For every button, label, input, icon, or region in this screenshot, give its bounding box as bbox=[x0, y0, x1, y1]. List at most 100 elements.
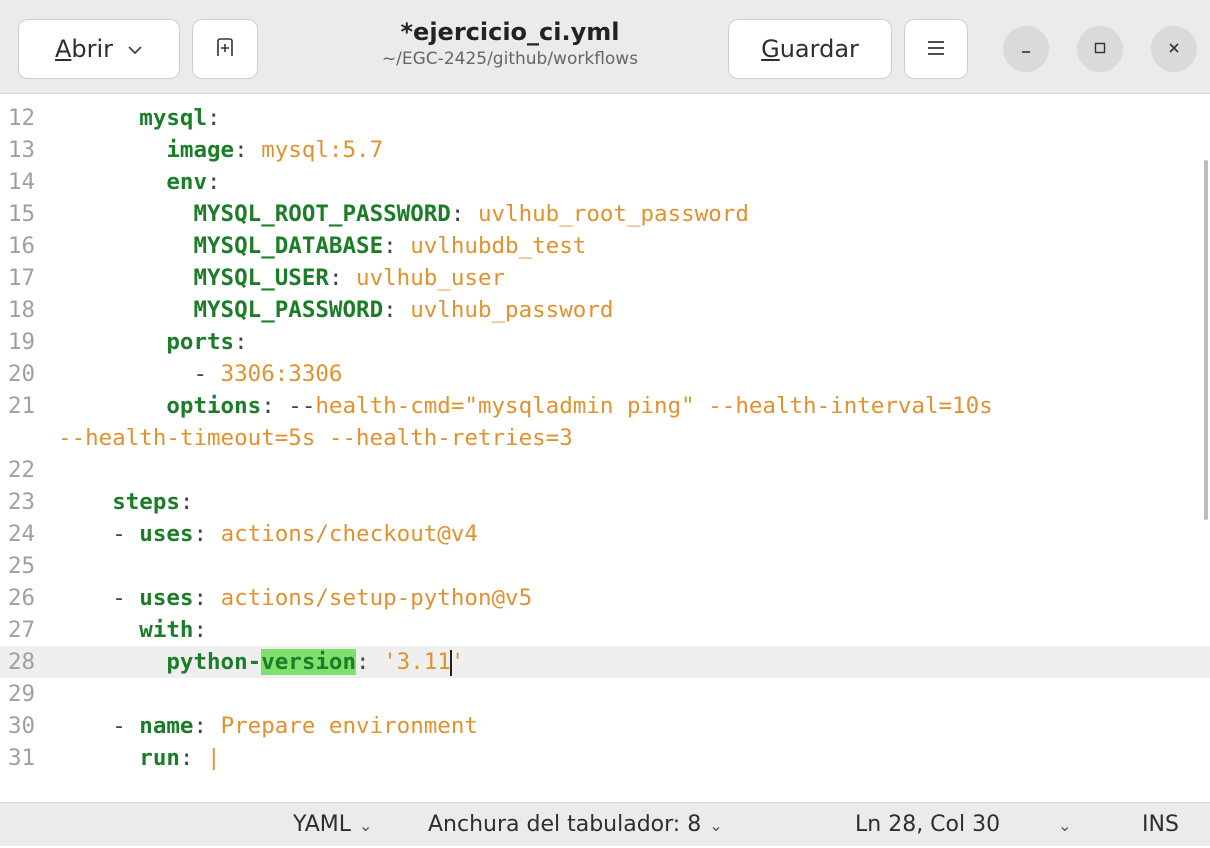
tab-width-label: Anchura del tabulador: 8 bbox=[428, 812, 702, 837]
tab-width-selector[interactable]: Anchura del tabulador: 8 ⌄ bbox=[428, 803, 723, 847]
code-token: health-cmd="mysqladmin ping" --health-in… bbox=[315, 393, 993, 419]
text-editor-window: Abrir *ejercicio_ci.yml ~/EGC-2425/githu… bbox=[0, 0, 1210, 846]
line-number: 20 bbox=[8, 361, 36, 387]
code-line[interactable]: 18 MYSQL_PASSWORD: uvlhub_password bbox=[0, 294, 1210, 326]
code-line[interactable]: 20 - 3306:3306 bbox=[0, 358, 1210, 390]
code-text: MYSQL_PASSWORD: uvlhub_password bbox=[58, 294, 613, 326]
code-line[interactable]: 21 options: --health-cmd="mysqladmin pin… bbox=[0, 390, 1210, 422]
code-line[interactable]: 27 with: bbox=[0, 614, 1210, 646]
code-token: : bbox=[356, 649, 384, 675]
line-number: 16 bbox=[8, 233, 36, 259]
code-token: MYSQL_USER bbox=[193, 265, 329, 291]
code-token: uvlhub_user bbox=[356, 265, 506, 291]
code-token: : bbox=[207, 169, 221, 195]
line-number: 14 bbox=[8, 169, 36, 195]
code-text: MYSQL_ROOT_PASSWORD: uvlhub_root_passwor… bbox=[58, 198, 748, 230]
minimize-button[interactable] bbox=[1003, 26, 1049, 72]
chevron-down-icon bbox=[127, 39, 143, 60]
code-text: ports: bbox=[58, 326, 247, 358]
code-text: --health-timeout=5s --health-retries=3 bbox=[58, 422, 573, 454]
status-bar: YAML ⌄ Anchura del tabulador: 8 ⌄ Ln 28, C… bbox=[0, 802, 1210, 846]
save-button[interactable]: Guardar bbox=[728, 19, 892, 79]
code-text: - 3306:3306 bbox=[58, 358, 342, 390]
code-token: ' bbox=[450, 649, 465, 675]
code-token: mysql:5.7 bbox=[261, 137, 384, 163]
code-text: env: bbox=[58, 166, 221, 198]
code-line[interactable]: 16 MYSQL_DATABASE: uvlhubdb_test bbox=[0, 230, 1210, 262]
code-text: MYSQL_USER: uvlhub_user bbox=[58, 262, 505, 294]
line-number: 18 bbox=[8, 297, 36, 323]
code-token: with bbox=[139, 617, 194, 643]
code-line[interactable]: 12 mysql: bbox=[0, 102, 1210, 134]
code-token: --health-timeout=5s --health-retries=3 bbox=[58, 425, 573, 451]
editor-scrollbar[interactable] bbox=[1204, 160, 1208, 520]
code-token: actions/checkout@v4 bbox=[220, 521, 478, 547]
code-token: version bbox=[261, 649, 357, 675]
code-text: run: | bbox=[58, 742, 221, 774]
new-tab-button[interactable] bbox=[192, 19, 258, 79]
line-number: 15 bbox=[8, 201, 36, 227]
code-token: : bbox=[193, 617, 208, 643]
code-text: - name: Prepare environment bbox=[58, 710, 478, 742]
language-selector[interactable]: YAML ⌄ bbox=[293, 803, 372, 847]
code-token: 3306:3306 bbox=[220, 361, 343, 387]
line-number: 30 bbox=[8, 713, 36, 739]
code-token: : bbox=[193, 585, 221, 611]
minimize-icon bbox=[1019, 40, 1033, 59]
code-token: '3.11 bbox=[383, 649, 451, 675]
file-path: ~/EGC-2425/github/workflows bbox=[381, 49, 639, 69]
code-line[interactable]: 15 MYSQL_ROOT_PASSWORD: uvlhub_root_pass… bbox=[0, 198, 1210, 230]
cursor-position-selector[interactable]: Ln 28, Col 30 ⌄ bbox=[855, 803, 1072, 847]
open-button[interactable]: Abrir bbox=[18, 19, 180, 79]
line-number: 19 bbox=[8, 329, 36, 355]
code-line[interactable]: 28 python-version: '3.11' bbox=[0, 646, 1210, 678]
code-token: - bbox=[112, 521, 140, 547]
code-line[interactable]: --health-timeout=5s --health-retries=3 bbox=[0, 422, 1210, 454]
code-token: : bbox=[193, 521, 221, 547]
close-icon bbox=[1167, 40, 1181, 59]
code-token: actions/setup-python@v5 bbox=[220, 585, 533, 611]
code-token: : bbox=[179, 745, 208, 771]
code-line[interactable]: 17 MYSQL_USER: uvlhub_user bbox=[0, 262, 1210, 294]
insert-mode-indicator[interactable]: INS bbox=[1142, 803, 1179, 847]
chevron-down-icon: ⌄ bbox=[1058, 816, 1072, 835]
line-number: 31 bbox=[8, 745, 36, 771]
code-line[interactable]: 25 bbox=[0, 550, 1210, 582]
code-line[interactable]: 31 run: | bbox=[0, 742, 1210, 774]
line-number: 12 bbox=[8, 105, 36, 131]
code-line[interactable]: 26 - uses: actions/setup-python@v5 bbox=[0, 582, 1210, 614]
code-token: env bbox=[166, 169, 208, 195]
hamburger-menu-icon bbox=[926, 37, 946, 62]
code-token: : -- bbox=[261, 393, 316, 419]
header-bar: Abrir *ejercicio_ci.yml ~/EGC-2425/githu… bbox=[0, 0, 1210, 94]
close-button[interactable] bbox=[1151, 26, 1197, 72]
chevron-down-icon: ⌄ bbox=[359, 816, 373, 835]
code-line[interactable]: 30 - name: Prepare environment bbox=[0, 710, 1210, 742]
code-token: uses bbox=[139, 521, 194, 547]
code-line[interactable]: 24 - uses: actions/checkout@v4 bbox=[0, 518, 1210, 550]
code-token: MYSQL_DATABASE bbox=[193, 233, 384, 259]
code-line[interactable]: 22 bbox=[0, 454, 1210, 486]
code-token: python- bbox=[166, 649, 262, 675]
code-token: ports bbox=[166, 329, 235, 355]
line-number: 28 bbox=[8, 649, 36, 675]
code-line[interactable]: 14 env: bbox=[0, 166, 1210, 198]
code-token: - bbox=[112, 713, 140, 739]
code-line[interactable]: 29 bbox=[0, 678, 1210, 710]
line-number: 26 bbox=[8, 585, 36, 611]
code-line[interactable]: 13 image: mysql:5.7 bbox=[0, 134, 1210, 166]
code-token: | bbox=[207, 745, 221, 771]
insert-mode-label: INS bbox=[1142, 812, 1179, 837]
code-text: options: --health-cmd="mysqladmin ping" … bbox=[58, 390, 993, 422]
code-editor[interactable]: 12 mysql: 13 image: mysql:5.7 14 env: 15 MY… bbox=[0, 94, 1210, 802]
code-token: : bbox=[328, 265, 357, 291]
code-line[interactable]: 19 ports: bbox=[0, 326, 1210, 358]
line-number: 23 bbox=[8, 489, 36, 515]
menu-button[interactable] bbox=[904, 19, 968, 79]
code-token: run bbox=[139, 745, 180, 771]
code-line[interactable]: 23 steps: bbox=[0, 486, 1210, 518]
code-token: name bbox=[139, 713, 194, 739]
maximize-button[interactable] bbox=[1077, 26, 1123, 72]
code-token: : bbox=[207, 105, 221, 131]
code-text: python-version: '3.11' bbox=[58, 646, 464, 678]
